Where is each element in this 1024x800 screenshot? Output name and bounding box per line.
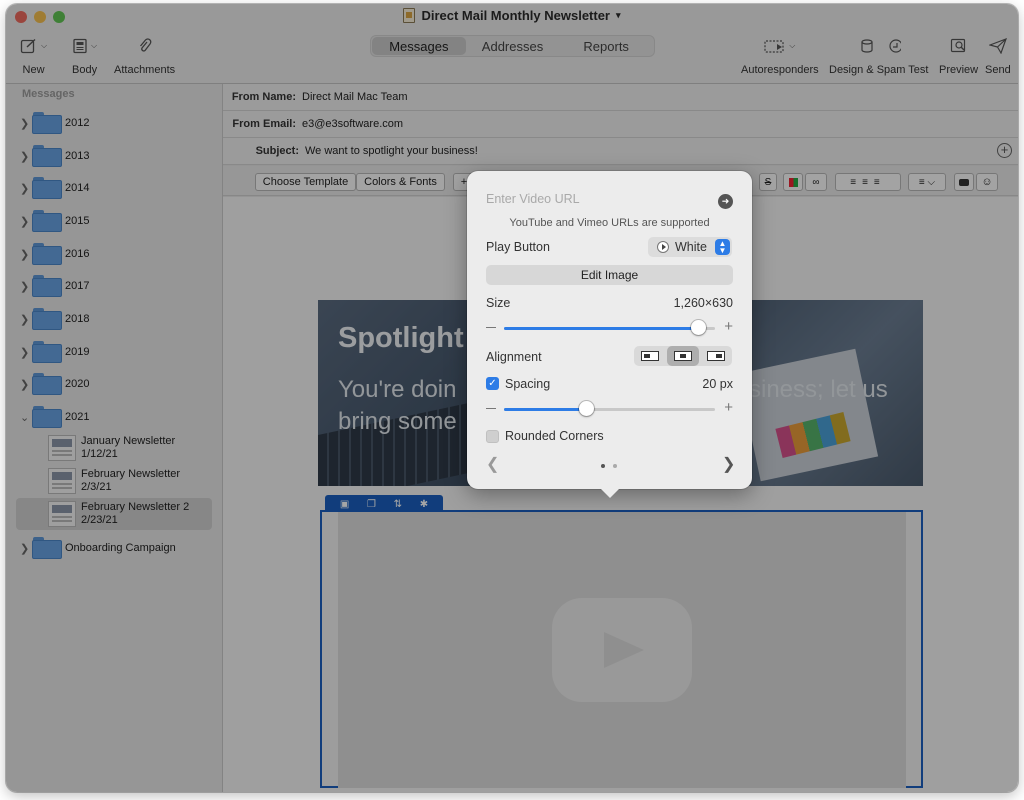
next-page-icon[interactable]: ❯	[722, 454, 735, 474]
play-circle-icon	[657, 241, 669, 253]
align-center-icon	[674, 351, 692, 361]
play-button-label: Play Button	[486, 240, 550, 254]
align-right-button[interactable]	[699, 346, 732, 366]
size-label: Size	[486, 296, 511, 310]
slider-knob[interactable]	[579, 401, 595, 416]
edit-image-button[interactable]: Edit Image	[486, 265, 733, 285]
alignment-control	[634, 346, 732, 366]
align-right-icon	[706, 351, 725, 361]
minus-icon	[486, 327, 496, 328]
slider-knob[interactable]	[691, 320, 707, 335]
align-left-icon	[641, 351, 660, 361]
page-dot	[613, 464, 617, 468]
minus-icon	[486, 408, 496, 409]
stepper-chevrons-icon: ▲ ▼	[715, 239, 730, 255]
rounded-corners-label: Rounded Corners	[505, 429, 604, 443]
plus-icon: +	[724, 318, 733, 335]
previous-page-icon[interactable]: ❮	[486, 454, 499, 474]
play-button-value: White	[675, 240, 707, 254]
arrow-right-circle-icon[interactable]: ➜	[718, 194, 733, 209]
spacing-slider[interactable]: +	[486, 399, 733, 417]
spacing-value: 20 px	[702, 377, 733, 391]
align-center-button[interactable]	[666, 346, 700, 366]
video-url-input[interactable]: Enter Video URL	[486, 192, 580, 206]
play-button-select[interactable]: White ▲ ▼	[648, 237, 732, 257]
plus-icon: +	[724, 399, 733, 416]
page-dot-active	[601, 464, 605, 468]
slider-fill	[504, 327, 699, 330]
alignment-label: Alignment	[486, 350, 542, 364]
url-support-note: YouTube and Vimeo URLs are supported	[509, 217, 710, 229]
slider-fill	[504, 408, 587, 411]
align-left-button[interactable]	[634, 346, 667, 366]
size-slider[interactable]: +	[486, 318, 733, 336]
spacing-label: Spacing	[505, 377, 551, 391]
size-value: 1,260×630	[673, 296, 733, 310]
rounded-corners-checkbox[interactable]	[486, 430, 499, 443]
video-settings-popover: Enter Video URL ➜ YouTube and Vimeo URLs…	[467, 171, 752, 498]
spacing-checkbox[interactable]: ✓	[486, 377, 499, 390]
